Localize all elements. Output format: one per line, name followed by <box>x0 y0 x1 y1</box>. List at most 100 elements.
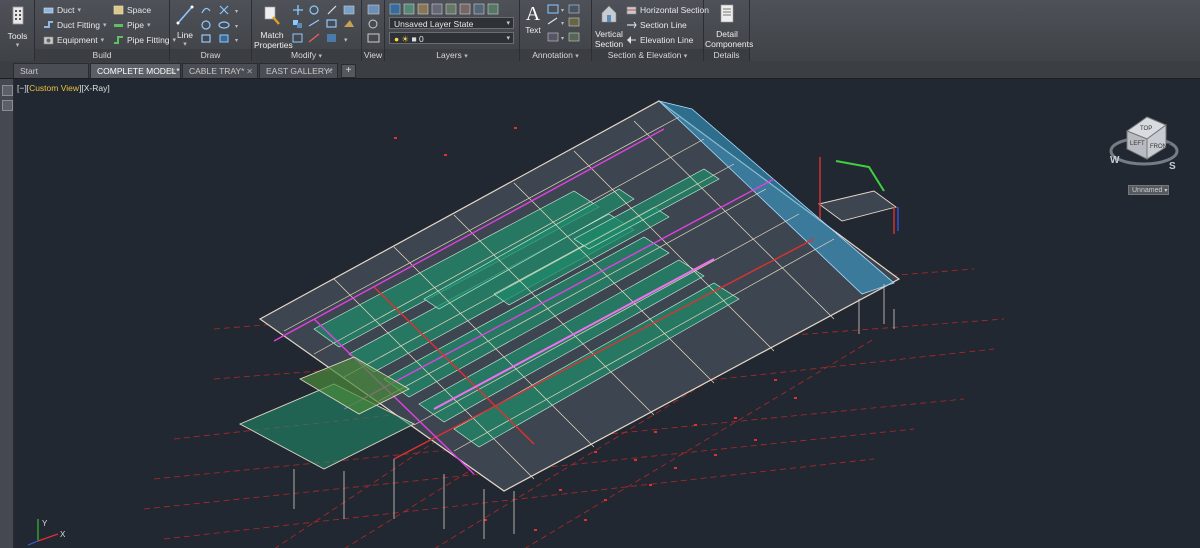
compass-south-label[interactable]: S <box>1169 161 1176 172</box>
array-icon[interactable] <box>292 33 303 43</box>
tab-start[interactable]: Start <box>13 63 89 78</box>
arc-icon[interactable] <box>201 7 211 14</box>
vertical-section-icon <box>601 5 617 23</box>
current-layer-dropdown[interactable]: ● ☀ ■ 0 ▾ <box>389 32 514 44</box>
space-icon <box>113 5 124 15</box>
polyline-icon[interactable] <box>219 5 229 15</box>
ucs-dropdown[interactable]: Unnamed ▾ <box>1128 185 1169 195</box>
layer-freeze-icon[interactable] <box>445 3 457 15</box>
pipe-button[interactable]: Pipe ▾ <box>113 20 151 30</box>
layer-lock-icon[interactable] <box>459 3 471 15</box>
move-icon[interactable] <box>293 5 303 15</box>
viewport-icon[interactable] <box>367 4 380 15</box>
compass-west-label[interactable]: W <box>1110 155 1120 166</box>
pipe-caret-icon: ▾ <box>147 22 151 29</box>
layer-unisolate-icon[interactable] <box>417 3 429 15</box>
leader-icon[interactable] <box>547 17 558 25</box>
text-button[interactable]: A Text <box>522 3 544 35</box>
equipment-button[interactable]: Equipment ▾ <box>43 35 104 45</box>
keynote-icon[interactable] <box>547 32 559 42</box>
section-caret-icon: ▾ <box>683 53 688 60</box>
draw-tools-grid[interactable]: ▾ ▾ ▾ <box>200 4 250 46</box>
mirror-icon[interactable] <box>308 19 320 27</box>
detail-components-button[interactable]: Detail Components <box>705 3 753 49</box>
horizontal-section-button[interactable]: Horizontal Section <box>626 5 709 15</box>
draw-caret-2-icon: ▾ <box>235 24 238 30</box>
elevation-line-button[interactable]: Elevation Line <box>626 35 693 45</box>
annotation-panel-title[interactable]: Annotation ▾ <box>520 49 591 61</box>
elevation-line-label: Elevation Line <box>640 35 694 45</box>
offset-icon[interactable] <box>327 34 336 42</box>
close-icon[interactable]: ✕ <box>326 64 333 79</box>
line-button[interactable]: Line ▾ <box>173 4 197 50</box>
properties-palette-icon[interactable] <box>2 85 13 96</box>
layer-isolate-icon[interactable] <box>403 3 415 15</box>
layers-caret-icon: ▾ <box>464 53 468 60</box>
ribbon: Tools ▾ Duct ▾ Duct Fitting ▾ Equipment ▾ S… <box>0 0 1200 62</box>
trim-icon[interactable] <box>327 5 337 15</box>
layer-match-icon[interactable] <box>473 3 485 15</box>
tab-cable-tray[interactable]: CABLE TRAY* ✕ <box>182 63 258 78</box>
east-stair-tower[interactable] <box>817 190 898 222</box>
zoom-icon[interactable] <box>368 19 378 29</box>
layer-state-dropdown[interactable]: Unsaved Layer State ▾ <box>389 17 514 29</box>
fillet-icon[interactable] <box>343 5 355 15</box>
build-panel: Duct ▾ Duct Fitting ▾ Equipment ▾ Space Pip… <box>35 0 176 61</box>
view-panel-title[interactable]: View <box>362 49 384 61</box>
layer-walk-icon[interactable] <box>487 3 499 15</box>
erase-icon[interactable] <box>308 33 320 43</box>
section-line-button[interactable]: Section Line <box>626 20 687 30</box>
circle-icon[interactable] <box>201 20 211 30</box>
model-viewport[interactable]: [−][Custom View][X-Ray] Y X TOP LEFT FRO… <box>14 79 1200 548</box>
layer-off-icon[interactable] <box>431 3 443 15</box>
viewcube[interactable]: TOP LEFT FRONT W S <box>1109 116 1179 172</box>
vertical-section-button[interactable]: Vertical Section <box>594 3 624 49</box>
rotate-icon[interactable] <box>309 5 319 15</box>
viewcube-front-label: FRONT <box>1150 144 1171 150</box>
modify-tools-grid[interactable]: ▾ <box>292 4 360 46</box>
model-drawing[interactable]: Y X TOP LEFT FRONT W S <box>14 79 1200 548</box>
schedule-icon[interactable] <box>568 32 580 42</box>
build-panel-title[interactable]: Build <box>35 49 169 61</box>
stretch-icon[interactable] <box>326 19 337 28</box>
close-icon[interactable]: ✕ <box>169 64 176 79</box>
leader-caret-icon: ▾ <box>561 21 564 27</box>
green-pipe-run[interactable] <box>835 160 885 192</box>
close-icon[interactable]: ✕ <box>246 64 253 79</box>
duct-button[interactable]: Duct ▾ <box>43 5 81 15</box>
duct-fitting-icon <box>44 21 53 28</box>
scale-icon[interactable] <box>344 20 354 27</box>
content-browser-icon[interactable] <box>2 100 13 111</box>
tab-complete-model[interactable]: COMPLETE MODEL* ✕ <box>90 63 181 78</box>
duct-fitting-caret-icon: ▾ <box>103 22 107 29</box>
annotation-tools[interactable]: ▾ ▾ ▾ <box>547 4 590 46</box>
section-line-icon <box>627 21 637 29</box>
table-icon[interactable] <box>568 4 580 14</box>
tab-east-gallery-label: EAST GALLERY* <box>266 66 333 76</box>
new-tab-plus-icon[interactable]: + <box>341 64 356 78</box>
duct-fitting-button[interactable]: Duct Fitting ▾ <box>43 20 107 30</box>
layer-tools-row[interactable] <box>389 3 517 16</box>
section-elevation-panel-title[interactable]: Section & Elevation ▾ <box>592 49 703 61</box>
equipment-icon <box>43 36 54 45</box>
match-properties-button[interactable]: Match Properties <box>254 4 293 50</box>
dimension-icon[interactable] <box>547 4 559 14</box>
detail-label: Detail <box>716 29 738 39</box>
details-panel-title[interactable]: Details <box>704 49 749 61</box>
rectangle-icon[interactable] <box>201 34 211 43</box>
view-tools[interactable] <box>366 4 382 46</box>
modify-panel-title[interactable]: Modify ▾ <box>252 49 361 61</box>
ellipse-icon[interactable] <box>218 21 230 29</box>
details-panel: Detail Components Details <box>704 0 753 61</box>
tools-button[interactable]: Tools ▾ <box>4 5 31 51</box>
space-button[interactable]: Space <box>113 5 151 15</box>
hatch-icon[interactable] <box>219 34 229 43</box>
layers-panel-title[interactable]: Layers ▾ <box>385 49 519 61</box>
equipment-caret-icon: ▾ <box>100 37 105 44</box>
region-icon[interactable] <box>367 33 380 43</box>
pipe-fitting-button[interactable]: Pipe Fitting ▾ <box>113 35 176 45</box>
draw-panel-title[interactable]: Draw <box>170 49 251 61</box>
layer-properties-icon[interactable] <box>389 3 401 15</box>
tab-east-gallery[interactable]: EAST GALLERY* ✕ <box>259 63 338 78</box>
tag-icon[interactable] <box>568 17 580 27</box>
